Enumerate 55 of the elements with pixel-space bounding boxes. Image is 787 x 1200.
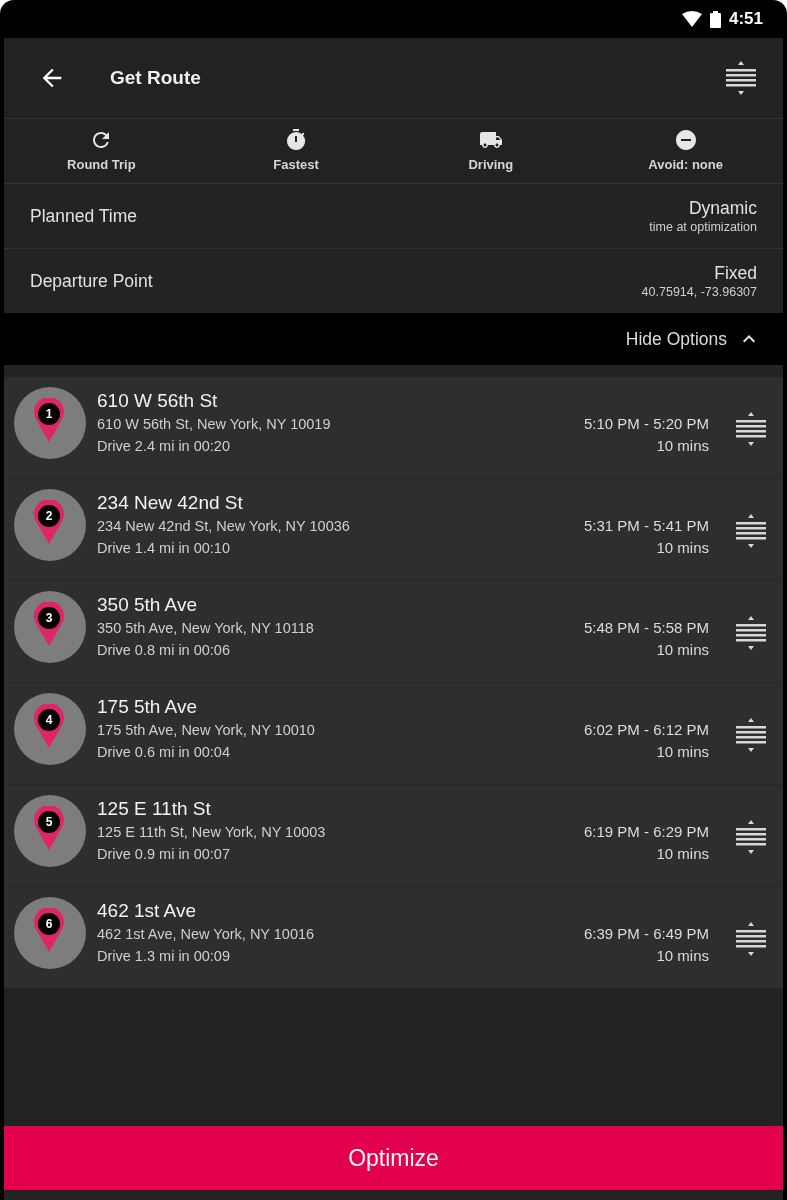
battery-icon [709,10,721,28]
time-window: 5:31 PM - 5:41 PM [583,514,709,537]
screen-title: Get Route [110,65,201,90]
drag-handle-icon[interactable] [735,921,767,956]
stop-name: 350 5th Ave [97,592,199,617]
drag-handle-icon[interactable] [735,411,767,446]
stop-address: 610 W 56th St, New York, NY 10019 [97,414,332,434]
drag-handle-icon[interactable] [735,513,767,548]
stop-name: 234 New 42nd St [97,490,244,515]
drive-info: Drive 0.9 mi in 00:07 [97,844,231,864]
hide-options-button[interactable]: Hide Options [625,325,761,353]
setting-value: Fixed [714,262,757,284]
stop-name: 125 E 11th St [97,796,212,821]
stop-name: 175 5th Ave [97,694,199,719]
drag-handle-icon[interactable] [735,717,767,752]
drag-handle-icon[interactable] [735,819,767,854]
setting-value: Dynamic [688,197,757,219]
setting-detail: time at optimization [649,219,757,235]
stop-row[interactable]: 2 234 New 42nd St 234 New 42nd St, New York, NY 10036 Drive 1.4 mi in 00:10 5:31 PM - 5:41 PM 10 mins [4,479,783,581]
stop-address: 175 5th Ave, New York, NY 10010 [97,720,316,740]
drive-info: Drive 1.3 mi in 00:09 [97,946,231,966]
stop-duration: 10 mins [656,435,709,456]
setting-detail: 40.75914, -73.96307 [641,284,757,300]
drive-info: Drive 2.4 mi in 00:20 [97,436,231,456]
stop-row[interactable]: 1 610 W 56th St 610 W 56th St, New York, NY 10019 Drive 2.4 mi in 00:20 5:10 PM - 5:20 PM 10 mins [4,377,783,479]
stop-duration: 10 mins [656,639,709,660]
setting-label: Planned Time [30,204,137,228]
status-time: 4:51 [728,8,763,31]
stop-address: 125 E 11th St, New York, NY 10003 [97,822,327,842]
wifi-icon [681,11,702,27]
drive-info: Drive 0.6 mi in 00:04 [97,742,231,762]
stop-duration: 10 mins [656,741,709,762]
stop-duration: 10 mins [656,843,709,864]
drive-info: Drive 1.4 mi in 00:10 [97,538,231,558]
setting-label: Departure Point [30,269,153,293]
stop-duration: 10 mins [656,945,709,966]
stop-address: 350 5th Ave, New York, NY 10118 [97,618,315,638]
stop-row[interactable]: 3 350 5th Ave 350 5th Ave, New York, NY 10118 Drive 0.8 mi in 00:06 5:48 PM - 5:58 PM 10 mins [4,581,783,683]
drive-info: Drive 0.8 mi in 00:06 [97,640,231,660]
time-window: 6:02 PM - 6:12 PM [583,718,709,741]
time-window: 6:39 PM - 6:49 PM [583,922,709,945]
reorder-icon[interactable] [725,61,757,95]
time-window: 6:19 PM - 6:29 PM [583,820,709,843]
time-window: 5:10 PM - 5:20 PM [583,412,709,435]
stop-row[interactable]: 6 462 1st Ave 462 1st Ave, New York, NY 10016 Drive 1.3 mi in 00:09 6:39 PM - 6:49 PM 10 mins [4,887,783,989]
stop-row[interactable]: 5 125 E 11th St 125 E 11th St, New York, NY 10003 Drive 0.9 mi in 00:07 6:19 PM - 6:29 PM 10 mins [4,785,783,887]
time-window: 5:48 PM - 5:58 PM [583,616,709,639]
drag-handle-icon[interactable] [735,615,767,650]
stop-name: 610 W 56th St [97,388,219,413]
stop-address: 462 1st Ave, New York, NY 10016 [97,924,316,944]
stop-name: 462 1st Ave [97,898,197,923]
stop-address: 234 New 42nd St, New York, NY 10036 [97,516,351,536]
stop-row[interactable]: 4 175 5th Ave 175 5th Ave, New York, NY 10010 Drive 0.6 mi in 00:04 6:02 PM - 6:12 PM 10 mins [4,683,783,785]
optimize-button[interactable]: Optimize [4,1126,783,1190]
stop-duration: 10 mins [656,537,709,558]
